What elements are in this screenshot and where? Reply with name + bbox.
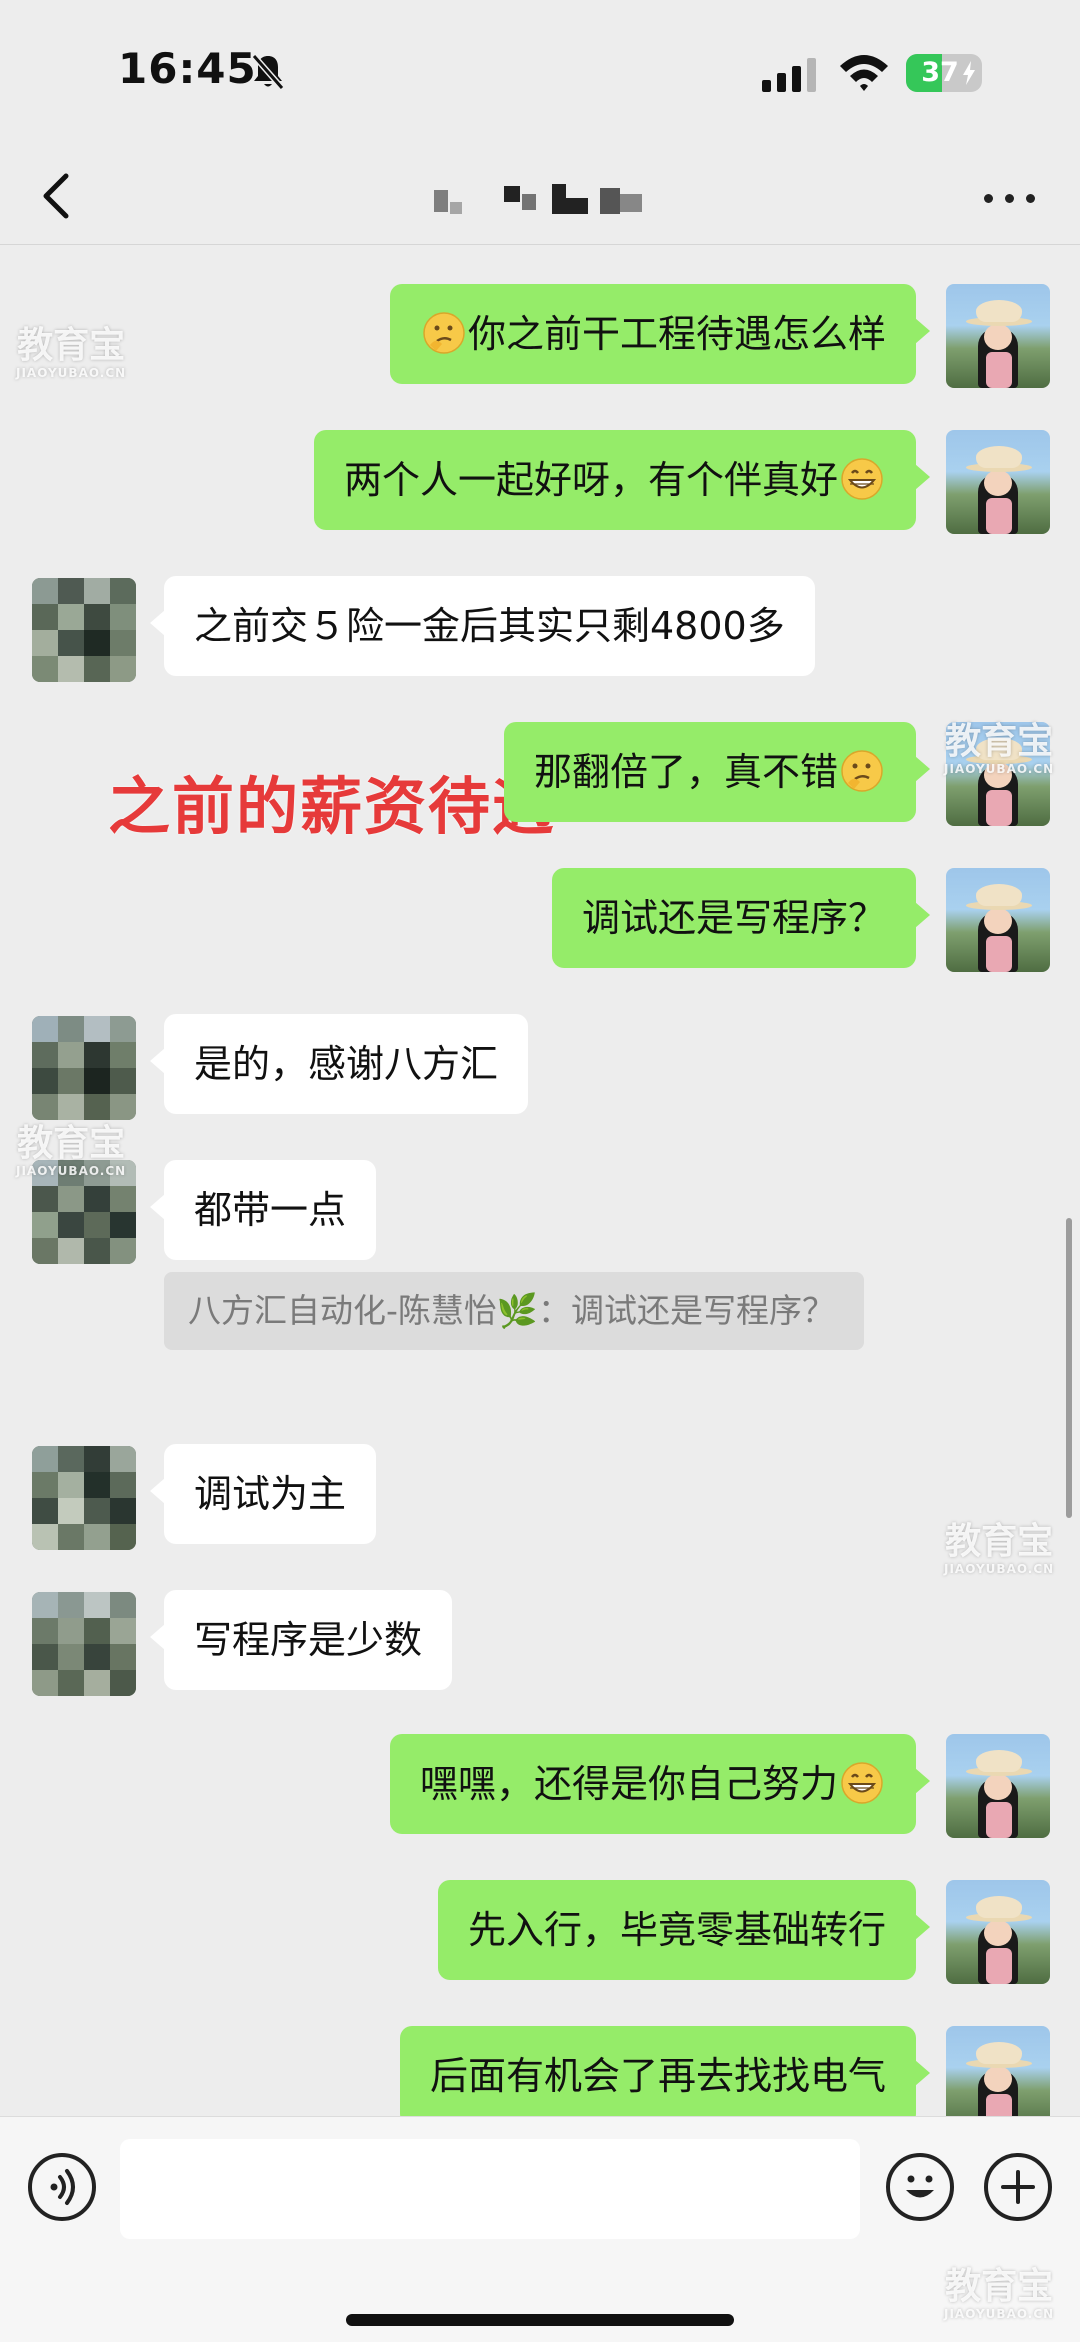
message-text: 你之前干工程待遇怎么样 (467, 312, 886, 356)
chat-messages[interactable]: 你之前干工程待遇怎么样 两个人一起好呀，有个伴真好 之前的薪资待遇 之前交５险一… (0, 246, 1080, 2130)
message-text: 之前交５险一金后其实只剩4800多 (194, 604, 785, 648)
message-text: 调试为主 (194, 1472, 347, 1516)
contact-avatar[interactable] (32, 1446, 136, 1550)
message-input[interactable] (120, 2139, 860, 2239)
watermark-logo: 教育宝 JIAOYUBAO.CN (16, 1123, 127, 1179)
home-indicator[interactable] (346, 2314, 734, 2326)
message-bubble-incoming[interactable]: 调试为主 (149, 1444, 377, 1544)
message-bubble-incoming[interactable]: 都带一点 (149, 1160, 377, 1260)
status-time: 16:45 (118, 44, 257, 93)
message-text: 调试还是写程序？ (581, 896, 886, 940)
plus-icon (1001, 2170, 1035, 2204)
more-functions-button[interactable] (984, 2153, 1052, 2221)
contact-avatar[interactable] (32, 1592, 136, 1696)
message-bubble-outgoing[interactable]: 嘿嘿，还得是你自己努力 (389, 1734, 931, 1834)
message-text: 是的，感谢八方汇 (194, 1042, 499, 1086)
status-bar: 16:45 37 (0, 0, 1080, 150)
grinning-face-emoji-icon (841, 1762, 883, 1804)
contact-avatar[interactable] (32, 1016, 136, 1120)
cellular-signal-icon (762, 58, 816, 92)
grinning-face-emoji-icon (841, 458, 883, 500)
thinking-face-emoji-icon (423, 312, 465, 354)
charging-bolt-icon (963, 61, 975, 85)
message-bubble-outgoing[interactable]: 两个人一起好呀，有个伴真好 (313, 430, 931, 530)
my-avatar[interactable] (946, 430, 1050, 534)
wifi-icon (840, 55, 888, 91)
message-bubble-outgoing[interactable]: 后面有机会了再去找找电气 (399, 2026, 931, 2126)
message-text: 写程序是少数 (194, 1618, 423, 1662)
bell-muted-icon (251, 54, 285, 90)
more-options-button[interactable] (982, 178, 1038, 218)
input-bar: 教育宝 JIAOYUBAO.CN (0, 2116, 1080, 2342)
red-annotation-text: 之前的薪资待遇 (108, 770, 557, 843)
chat-header (0, 150, 1080, 245)
watermark-logo: 教育宝 JIAOYUBAO.CN (944, 2266, 1055, 2322)
message-bubble-outgoing[interactable]: 那翻倍了，真不错 (503, 722, 931, 822)
message-bubble-incoming[interactable]: 之前交５险一金后其实只剩4800多 (150, 576, 815, 676)
chat-scrollbar[interactable] (1066, 1218, 1072, 1518)
voice-input-button[interactable] (28, 2153, 96, 2221)
battery-indicator: 37 (906, 54, 982, 92)
message-bubble-outgoing[interactable]: 你之前干工程待遇怎么样 (389, 284, 931, 384)
my-avatar[interactable] (946, 868, 1050, 972)
message-text: 两个人一起好呀，有个伴真好 (343, 458, 838, 502)
message-bubble-incoming[interactable]: 写程序是少数 (149, 1590, 453, 1690)
message-text: 嘿嘿，还得是你自己努力 (419, 1762, 838, 1806)
emoji-button[interactable] (886, 2153, 954, 2221)
thinking-face-emoji-icon (841, 750, 883, 792)
watermark-logo: 教育宝 JIAOYUBAO.CN (16, 325, 127, 381)
chat-title-redacted (430, 180, 660, 220)
smiley-icon (906, 2175, 934, 2198)
message-text: 后面有机会了再去找找电气 (429, 2054, 886, 2098)
message-bubble-outgoing[interactable]: 先入行，毕竟零基础转行 (437, 1880, 931, 1980)
message-text: 先入行，毕竟零基础转行 (467, 1908, 886, 1952)
back-arrow-icon[interactable] (36, 168, 76, 224)
message-bubble-incoming[interactable]: 是的，感谢八方汇 (149, 1014, 529, 1114)
quoted-text: 八方汇自动化-陈慧怡🌿：调试还是写程序？ (188, 1291, 835, 1330)
my-avatar[interactable] (946, 1880, 1050, 1984)
message-bubble-outgoing[interactable]: 调试还是写程序？ (551, 868, 931, 968)
watermark-logo: 教育宝 JIAOYUBAO.CN (944, 1521, 1055, 1577)
my-avatar[interactable] (946, 2026, 1050, 2130)
contact-avatar[interactable] (32, 578, 136, 682)
message-text: 那翻倍了，真不错 (533, 750, 838, 794)
my-avatar[interactable] (946, 284, 1050, 388)
my-avatar[interactable] (946, 1734, 1050, 1838)
voice-icon (50, 2169, 75, 2205)
quoted-message[interactable]: 八方汇自动化-陈慧怡🌿：调试还是写程序？ (164, 1272, 864, 1350)
message-text: 都带一点 (194, 1188, 347, 1232)
watermark-logo: 教育宝 JIAOYUBAO.CN (944, 721, 1055, 777)
